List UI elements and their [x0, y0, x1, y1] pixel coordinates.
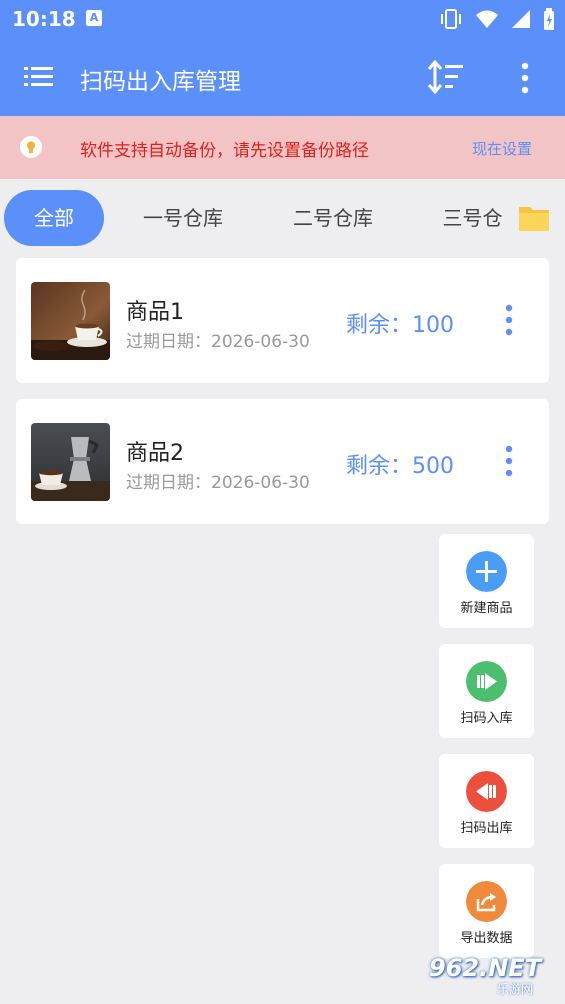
- product-card[interactable]: 商品2 过期日期：2026-06-30 剩余：500: [16, 399, 549, 524]
- new-product-label: 新建商品: [460, 601, 513, 616]
- status-icons: [439, 8, 555, 30]
- new-product-button[interactable]: 新建商品: [439, 534, 534, 628]
- page-title: 扫码出入库管理: [80, 69, 241, 95]
- scan-in-icon: [466, 661, 507, 702]
- scan-out-button[interactable]: 扫码出库: [439, 754, 534, 848]
- product-thumbnail-coffee-cup: [31, 282, 110, 360]
- product-expiry: 过期日期：2026-06-30: [126, 332, 310, 352]
- lightbulb-icon: [20, 136, 42, 158]
- product-name: 商品2: [126, 441, 184, 466]
- export-data-label: 导出数据: [460, 931, 513, 946]
- vibrate-icon: [441, 9, 461, 29]
- scan-out-icon: [466, 771, 507, 812]
- more-vert-icon[interactable]: [512, 62, 538, 94]
- battery-icon: [544, 8, 554, 30]
- menu-list-icon[interactable]: [24, 64, 54, 90]
- export-icon: [466, 881, 507, 922]
- tab-warehouse-3[interactable]: 三号仓: [430, 190, 515, 246]
- status-bar: 10:18 A: [0, 0, 565, 38]
- scan-in-label: 扫码入库: [460, 711, 513, 726]
- watermark-logo: 962.NET 乐游网: [425, 952, 560, 1000]
- scan-in-button[interactable]: 扫码入库: [439, 644, 534, 738]
- more-vert-icon[interactable]: [502, 445, 516, 477]
- product-thumbnail-moka-pot: [31, 423, 110, 501]
- sort-icon[interactable]: [428, 60, 464, 94]
- status-time: 10:18: [12, 7, 76, 31]
- tab-warehouse-1[interactable]: 一号仓库: [128, 190, 238, 246]
- tab-all[interactable]: 全部: [4, 190, 104, 246]
- set-now-link[interactable]: 现在设置: [472, 138, 532, 159]
- notice-text: 软件支持自动备份，请先设置备份路径: [80, 141, 369, 161]
- tab-warehouse-2[interactable]: 二号仓库: [278, 190, 388, 246]
- product-name: 商品1: [126, 300, 184, 325]
- product-card[interactable]: 商品1 过期日期：2026-06-30 剩余：100: [16, 258, 549, 383]
- folder-icon[interactable]: [518, 204, 550, 232]
- backup-notice-banner: 软件支持自动备份，请先设置备份路径 现在设置: [0, 116, 565, 179]
- product-stock: 剩余：100: [346, 313, 454, 338]
- watermark-text: 962.NET: [429, 954, 542, 982]
- product-stock: 剩余：500: [346, 454, 454, 479]
- warehouse-tabs: 全部 一号仓库 二号仓库 三号仓: [0, 179, 565, 257]
- export-data-button[interactable]: 导出数据: [439, 864, 534, 958]
- more-vert-icon[interactable]: [502, 304, 516, 336]
- app-bar: 扫码出入库管理: [0, 38, 565, 116]
- watermark-subtext: 乐游网: [497, 982, 534, 996]
- product-expiry: 过期日期：2026-06-30: [126, 473, 310, 493]
- notification-app-icon: A: [86, 10, 102, 26]
- wifi-icon: [476, 10, 498, 28]
- signal-icon: [512, 10, 530, 28]
- plus-icon: [466, 551, 507, 592]
- scan-out-label: 扫码出库: [460, 821, 513, 836]
